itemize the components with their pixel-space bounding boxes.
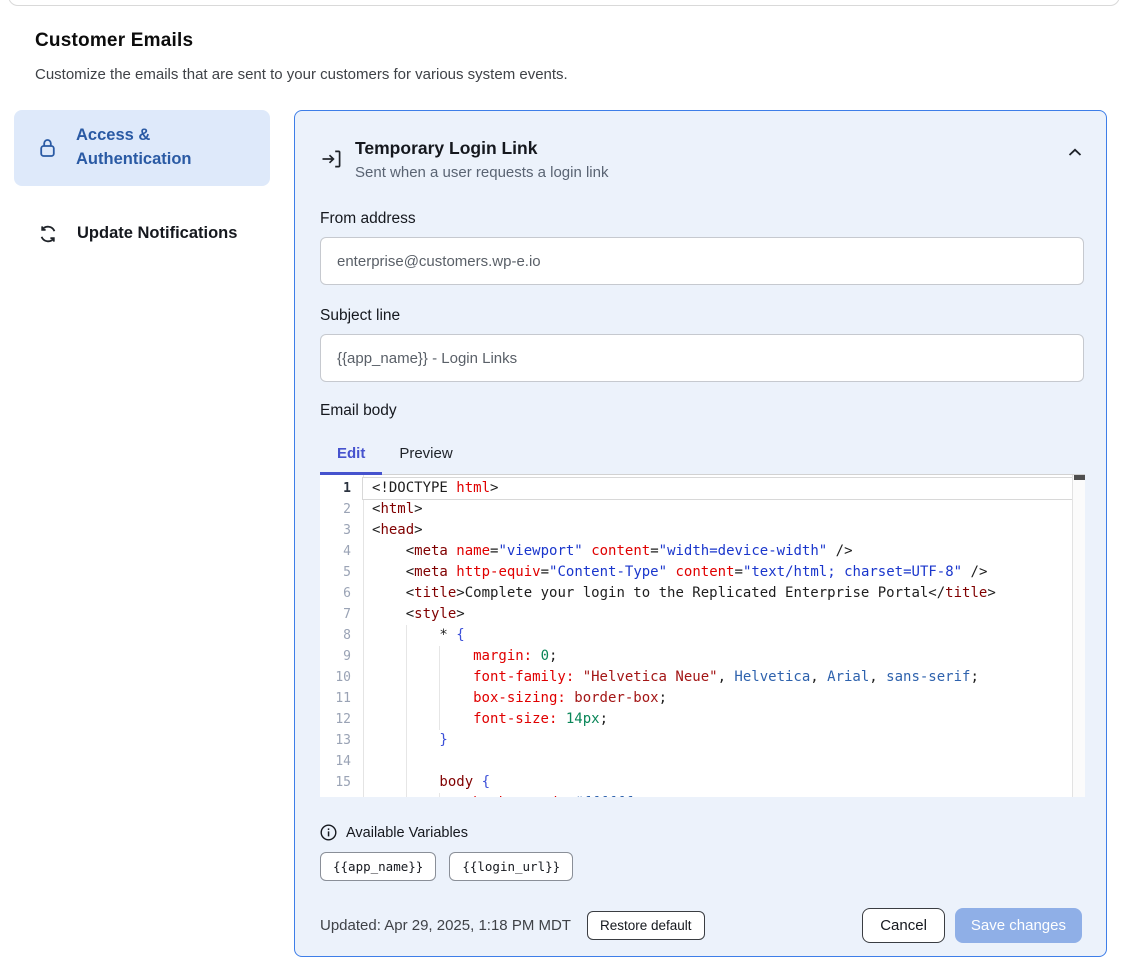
code-line: 4<meta name="viewport" content="width=de… bbox=[320, 541, 1085, 562]
cancel-button[interactable]: Cancel bbox=[862, 908, 945, 943]
updated-timestamp: Updated: Apr 29, 2025, 1:18 PM MDT bbox=[320, 917, 571, 934]
available-variables-header: Available Variables bbox=[320, 824, 1082, 841]
code-line: 12font-size: 14px; bbox=[320, 709, 1085, 730]
panel-footer: Updated: Apr 29, 2025, 1:18 PM MDT Resto… bbox=[320, 908, 1082, 943]
email-body-label: Email body bbox=[320, 402, 1082, 420]
email-body-tabbar: Edit Preview bbox=[320, 432, 1085, 475]
code-line: 16background: #ffffff; bbox=[320, 793, 1085, 797]
code-line: 15body { bbox=[320, 772, 1085, 793]
save-changes-button[interactable]: Save changes bbox=[955, 908, 1082, 943]
sidebar-item-label: Update Notifications bbox=[77, 222, 237, 246]
sidebar-item-access-authentication[interactable]: Access & Authentication bbox=[14, 110, 270, 186]
code-line: 9margin: 0; bbox=[320, 646, 1085, 667]
sidebar-item-update-notifications[interactable]: Update Notifications bbox=[14, 208, 270, 260]
code-line: 13} bbox=[320, 730, 1085, 751]
page-title: Customer Emails bbox=[35, 30, 935, 52]
refresh-icon bbox=[38, 224, 58, 244]
editor-scrollbar[interactable] bbox=[1072, 475, 1085, 797]
login-arrow-icon bbox=[320, 148, 342, 170]
sidebar-item-label: Access & Authentication bbox=[76, 124, 241, 172]
code-line: 6<title>Complete your login to the Repli… bbox=[320, 583, 1085, 604]
variable-chip-login-url[interactable]: {{login_url}} bbox=[449, 852, 573, 881]
chevron-up-icon[interactable] bbox=[1068, 148, 1082, 157]
info-icon bbox=[320, 824, 337, 841]
tab-edit[interactable]: Edit bbox=[320, 432, 382, 474]
code-line: 14 bbox=[320, 751, 1085, 772]
code-line: 10font-family: "Helvetica Neue", Helveti… bbox=[320, 667, 1085, 688]
code-lines: 1<!DOCTYPE html>2<html>3<head>4<meta nam… bbox=[320, 475, 1085, 797]
code-line: 7<style> bbox=[320, 604, 1085, 625]
page-subtitle: Customize the emails that are sent to yo… bbox=[35, 66, 935, 83]
code-line: 8* { bbox=[320, 625, 1085, 646]
lock-icon bbox=[38, 137, 57, 159]
code-line: 3<head> bbox=[320, 520, 1085, 541]
temporary-login-link-panel: Temporary Login Link Sent when a user re… bbox=[294, 110, 1107, 957]
subject-line-label: Subject line bbox=[320, 307, 1082, 325]
panel-header: Temporary Login Link Sent when a user re… bbox=[320, 138, 1082, 181]
available-variables-label: Available Variables bbox=[346, 825, 468, 841]
customer-emails-page: Customer Emails Customize the emails tha… bbox=[0, 0, 1128, 980]
from-address-label: From address bbox=[320, 210, 1082, 228]
tab-preview[interactable]: Preview bbox=[382, 432, 469, 474]
code-line: 5<meta http-equiv="Content-Type" content… bbox=[320, 562, 1085, 583]
from-address-input[interactable] bbox=[320, 237, 1084, 285]
code-line: 1<!DOCTYPE html> bbox=[320, 478, 1085, 499]
page-header: Customer Emails Customize the emails tha… bbox=[35, 30, 935, 83]
editor-scrollbar-thumb[interactable] bbox=[1074, 475, 1085, 480]
email-types-sidebar: Access & Authentication Update Notificat… bbox=[14, 110, 270, 260]
variable-chips: {{app_name}} {{login_url}} bbox=[320, 852, 1082, 881]
variable-chip-app-name[interactable]: {{app_name}} bbox=[320, 852, 436, 881]
previous-card-bottom-edge bbox=[8, 0, 1120, 6]
email-body-code-editor[interactable]: 1<!DOCTYPE html>2<html>3<head>4<meta nam… bbox=[320, 475, 1085, 797]
code-line: 11box-sizing: border-box; bbox=[320, 688, 1085, 709]
panel-title: Temporary Login Link bbox=[355, 138, 1055, 159]
subject-line-input[interactable] bbox=[320, 334, 1084, 382]
restore-default-button[interactable]: Restore default bbox=[587, 911, 705, 940]
code-line: 2<html> bbox=[320, 499, 1085, 520]
panel-subtitle: Sent when a user requests a login link bbox=[355, 164, 1055, 181]
